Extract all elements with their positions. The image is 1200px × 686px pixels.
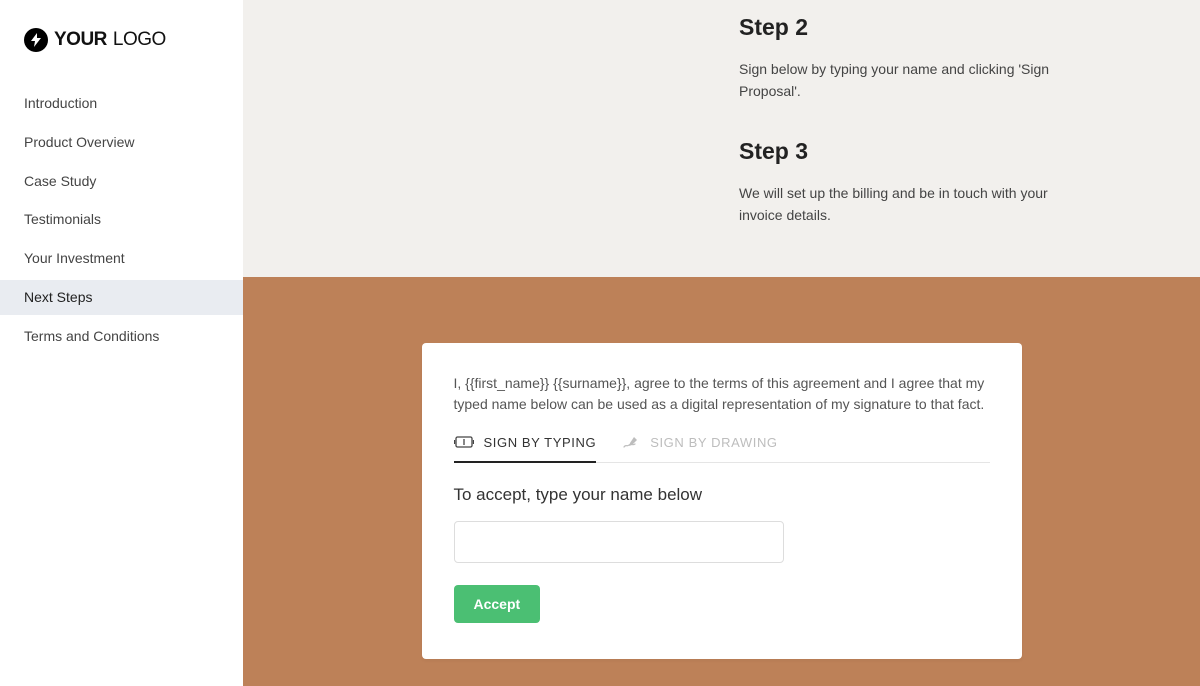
logo: YOUR LOGO [0,28,243,52]
sign-tabs: SIGN BY TYPING SIGN BY DRAWING [454,435,990,463]
tab-typing-label: SIGN BY TYPING [484,435,597,450]
step2-title: Step 2 [739,14,1069,41]
logo-text-secondary: LOGO [113,29,166,51]
sign-card: I, {{first_name}} {{surname}}, agree to … [422,343,1022,659]
sign-region: I, {{first_name}} {{surname}}, agree to … [243,277,1200,686]
bolt-icon [24,28,48,52]
steps-region: Step 2 Sign below by typing your name an… [243,0,1200,277]
keyboard-icon [454,435,474,449]
tab-sign-by-typing[interactable]: SIGN BY TYPING [454,435,597,462]
accept-button[interactable]: Accept [454,585,541,623]
nav-item-terms-and-conditions[interactable]: Terms and Conditions [0,319,243,354]
nav-item-testimonials[interactable]: Testimonials [0,202,243,237]
tab-sign-by-drawing[interactable]: SIGN BY DRAWING [622,435,777,462]
pen-icon [622,435,640,449]
step2-body: Sign below by typing your name and click… [739,59,1069,102]
step3-body: We will set up the billing and be in tou… [739,183,1069,226]
tab-drawing-label: SIGN BY DRAWING [650,435,777,450]
nav-item-introduction[interactable]: Introduction [0,86,243,121]
nav: Introduction Product Overview Case Study… [0,86,243,358]
name-input-label: To accept, type your name below [454,485,990,505]
step3-title: Step 3 [739,138,1069,165]
nav-item-your-investment[interactable]: Your Investment [0,241,243,276]
nav-item-product-overview[interactable]: Product Overview [0,125,243,160]
steps-inner: Step 2 Sign below by typing your name an… [739,14,1069,227]
agreement-text: I, {{first_name}} {{surname}}, agree to … [454,373,990,415]
nav-item-next-steps[interactable]: Next Steps [0,280,243,315]
nav-item-case-study[interactable]: Case Study [0,164,243,199]
logo-text-primary: YOUR [54,29,107,51]
main: Step 2 Sign below by typing your name an… [243,0,1200,686]
name-input[interactable] [454,521,784,563]
sidebar: YOUR LOGO Introduction Product Overview C… [0,0,243,686]
